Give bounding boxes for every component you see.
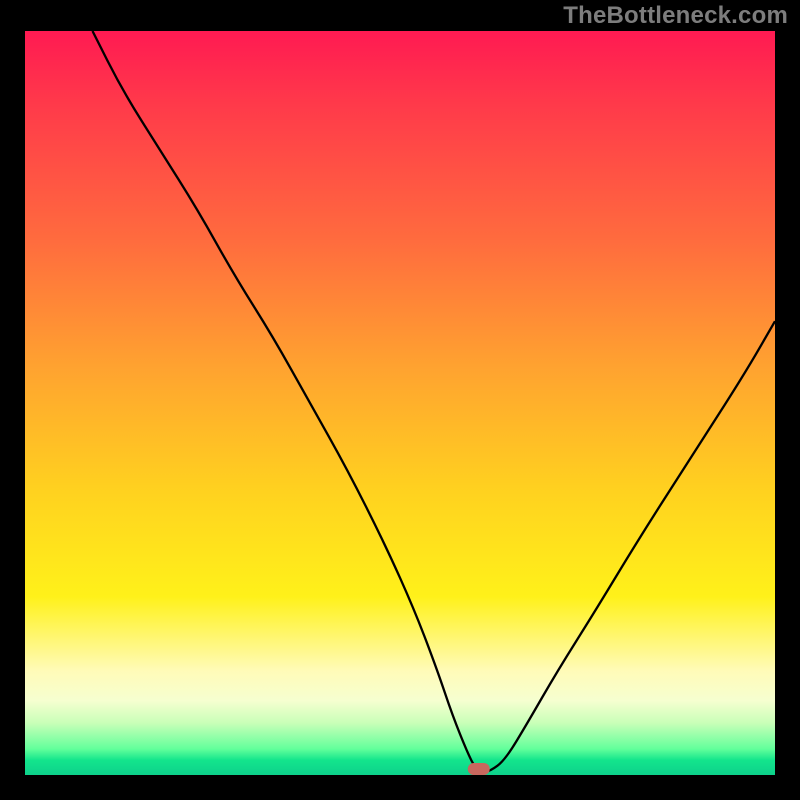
chart-frame: TheBottleneck.com	[0, 0, 800, 800]
plot-area	[25, 31, 775, 775]
bottleneck-curve	[93, 31, 776, 771]
minimum-marker	[468, 763, 490, 775]
watermark-text: TheBottleneck.com	[563, 2, 788, 30]
plot-svg	[25, 31, 775, 775]
